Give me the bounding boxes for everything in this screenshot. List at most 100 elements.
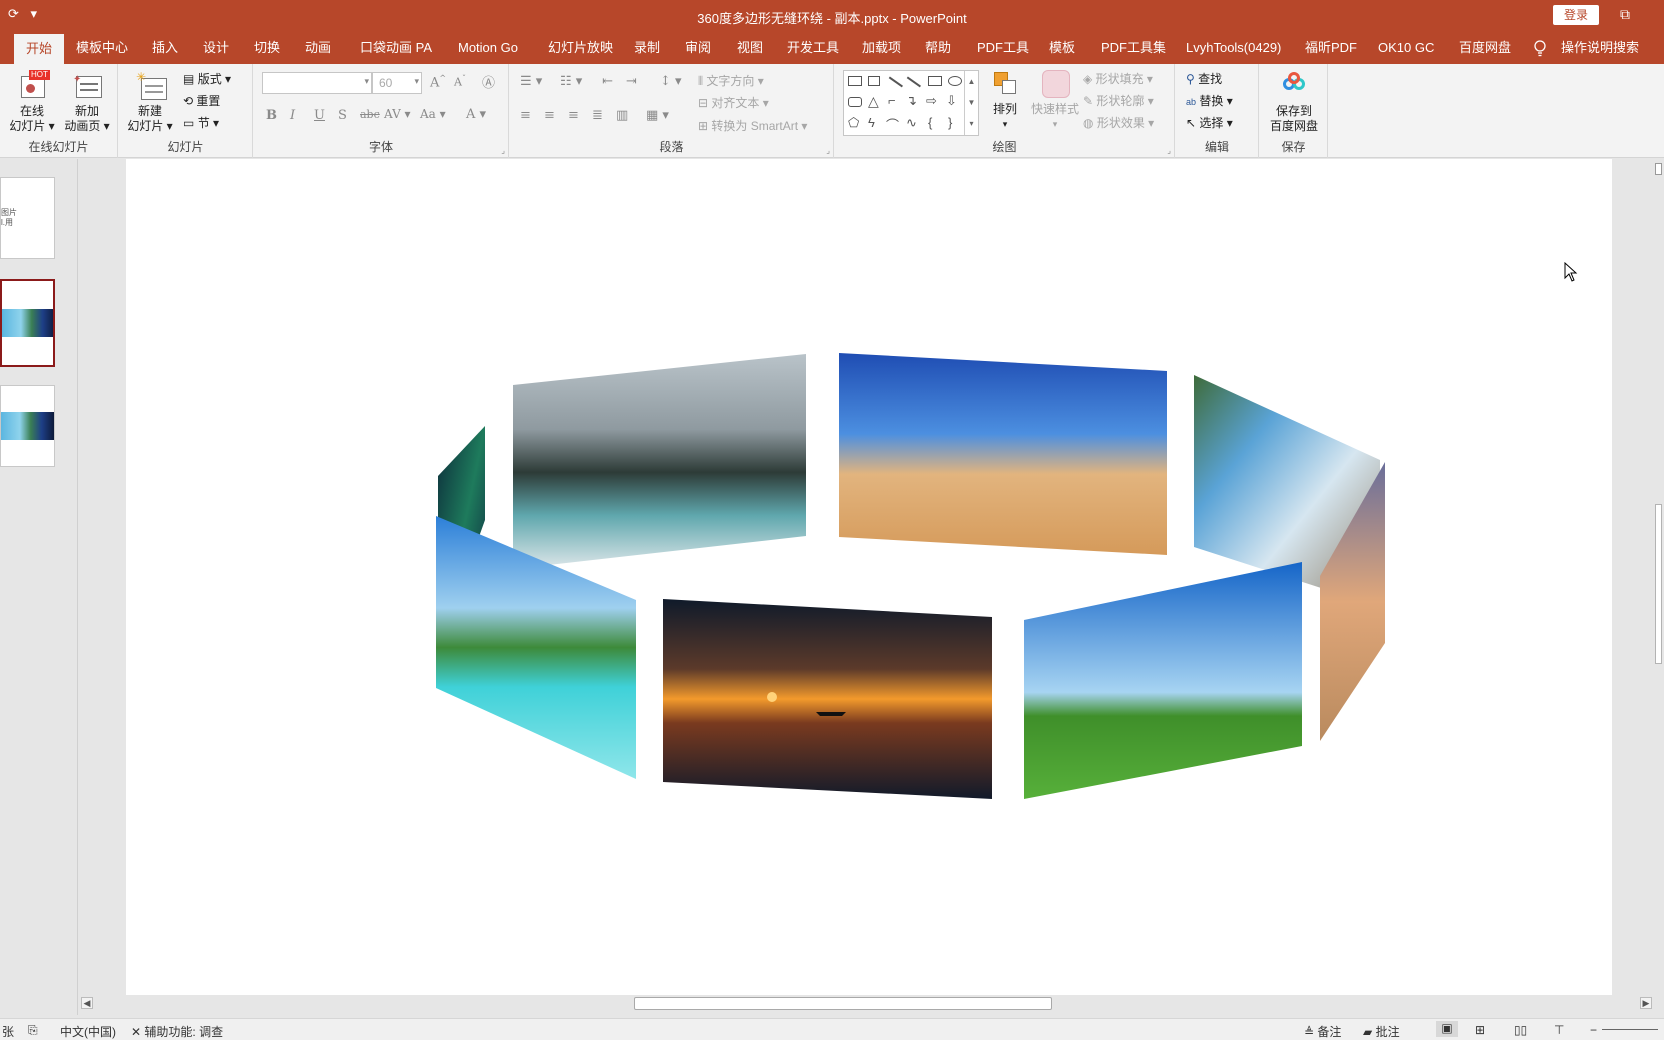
increase-font-icon[interactable]: A^: [430, 74, 446, 90]
elbow-arrow-icon[interactable]: ↴: [906, 93, 917, 109]
oval-shape-icon[interactable]: [948, 76, 962, 86]
underline-button[interactable]: U: [314, 108, 325, 123]
tab-review[interactable]: 审阅: [685, 32, 711, 64]
down-arrow-shape-icon[interactable]: ⇩: [946, 93, 957, 109]
tab-pocket-animation[interactable]: 口袋动画 PA: [360, 32, 432, 64]
bold-button[interactable]: B: [266, 108, 277, 123]
dialog-launcher-icon[interactable]: ⌟: [826, 146, 830, 155]
tab-insert[interactable]: 插入: [152, 32, 178, 64]
left-brace-shape-icon[interactable]: {: [928, 115, 932, 130]
font-color-button[interactable]: A ▾: [466, 107, 486, 122]
language-indicator[interactable]: 中文(中国): [60, 1023, 116, 1040]
arrow-line-shape-icon[interactable]: [907, 76, 921, 87]
tab-view[interactable]: 视图: [737, 32, 763, 64]
normal-view-icon[interactable]: ▣: [1436, 1021, 1458, 1037]
character-spacing-button[interactable]: AV ▾: [384, 107, 411, 121]
text-direction-button[interactable]: ⫴ 文字方向 ▾: [698, 72, 764, 89]
slide-number-indicator[interactable]: 张: [2, 1023, 14, 1040]
line-spacing-icon[interactable]: ↕ ▾: [660, 74, 682, 89]
tab-animations[interactable]: 动画: [305, 32, 331, 64]
tab-template-center[interactable]: 模板中心: [76, 32, 128, 64]
bullets-icon[interactable]: ☰ ▾: [520, 74, 542, 89]
zoom-out-icon[interactable]: −: [1590, 1023, 1597, 1037]
textbox-shape-icon[interactable]: [848, 76, 862, 86]
numbering-icon[interactable]: ☷ ▾: [560, 74, 582, 89]
photo-panel-sunset-boat[interactable]: [663, 599, 992, 799]
reading-view-icon[interactable]: ▯▯: [1514, 1023, 1527, 1037]
arc-shape-icon[interactable]: ⌒: [886, 115, 899, 134]
shapes-gallery-scroll[interactable]: ▲ ▼ ▾: [964, 71, 978, 135]
photo-panel-green-field[interactable]: [1024, 562, 1302, 799]
freeform-shape-icon[interactable]: ⬠: [848, 115, 859, 131]
tab-pdf-tools[interactable]: PDF工具: [977, 32, 1029, 64]
vertical-scroll-thumb[interactable]: [1655, 504, 1662, 664]
tab-addins[interactable]: 加载项: [862, 32, 901, 64]
notes-button[interactable]: ≜ 备注: [1304, 1023, 1341, 1040]
text-shadow-button[interactable]: S: [338, 108, 347, 123]
login-button[interactable]: 登录: [1553, 5, 1599, 25]
triangle-shape-icon[interactable]: △: [868, 93, 879, 110]
select-button[interactable]: ↖ 选择 ▾: [1186, 114, 1233, 131]
zoom-slider[interactable]: [1602, 1029, 1658, 1030]
italic-button[interactable]: I: [290, 108, 295, 123]
slide-thumbnail-2[interactable]: [0, 279, 55, 367]
elbow-connector-icon[interactable]: ⌐: [888, 93, 896, 108]
increase-indent-icon[interactable]: ⇥: [626, 74, 637, 89]
shape-effects-button[interactable]: ◍ 形状效果 ▾: [1083, 114, 1154, 131]
distributed-icon[interactable]: ▥: [616, 108, 628, 123]
font-name-combo[interactable]: ▾: [262, 72, 372, 94]
slideshow-view-icon[interactable]: ⊤: [1554, 1023, 1564, 1037]
line-shape-icon[interactable]: [889, 76, 903, 87]
justify-icon[interactable]: ≣: [592, 108, 603, 123]
clear-formatting-icon[interactable]: Ⓐ: [482, 72, 495, 91]
slide[interactable]: [126, 159, 1612, 995]
align-center-icon[interactable]: ≡: [544, 108, 555, 123]
find-button[interactable]: ⚲ 查找: [1186, 70, 1222, 87]
tab-foxit-pdf[interactable]: 福昕PDF: [1305, 32, 1357, 64]
tab-record[interactable]: 录制: [634, 32, 660, 64]
align-right-icon[interactable]: ≡: [568, 108, 579, 123]
tab-pdf-toolset[interactable]: PDF工具集: [1101, 32, 1166, 64]
align-left-icon[interactable]: ≡: [520, 108, 531, 123]
tab-ok10-gc[interactable]: OK10 GC: [1378, 32, 1434, 64]
tab-lvyhtools[interactable]: LvyhTools(0429): [1186, 32, 1281, 64]
scroll-up-button[interactable]: [1655, 163, 1662, 175]
rounded-rect-shape-icon[interactable]: [848, 97, 862, 107]
quick-styles-button[interactable]: 快速样式 ▾: [1027, 68, 1083, 132]
horizontal-scrollbar[interactable]: ◀ ▶: [79, 995, 1664, 1011]
tab-transitions[interactable]: 切换: [254, 32, 280, 64]
strikethrough-button[interactable]: abc: [360, 108, 380, 121]
slide-thumbnail-1[interactable]: 图片 l.用: [0, 177, 55, 259]
shapes-gallery[interactable]: △ ⌐ ↴ ⇨ ⇩ ⬠ ϟ ⌒ ∿ { } ▲ ▼ ▾: [843, 70, 979, 136]
photo-panel-desert[interactable]: [839, 353, 1167, 555]
right-brace-shape-icon[interactable]: }: [948, 115, 952, 130]
accessibility-button[interactable]: ✕ 辅助功能: 调查: [131, 1023, 223, 1040]
scroll-right-button[interactable]: ▶: [1640, 997, 1652, 1009]
lightning-shape-icon[interactable]: ϟ: [868, 115, 875, 130]
change-case-button[interactable]: Aa ▾: [420, 107, 446, 121]
new-animation-page-button[interactable]: ✦ 新加 动画页 ▾: [60, 70, 114, 134]
layout-button[interactable]: ▤ 版式 ▾: [183, 70, 231, 87]
decrease-font-icon[interactable]: Aˇ: [454, 74, 466, 89]
dialog-launcher-icon[interactable]: ⌟: [1167, 146, 1171, 155]
spelling-check-icon[interactable]: ⎘: [28, 1023, 38, 1038]
online-slides-button[interactable]: HOT 在线 幻灯片 ▾: [6, 70, 58, 134]
save-to-baidu-button[interactable]: 保存到 百度网盘: [1264, 70, 1324, 134]
slide-sorter-view-icon[interactable]: ⊞: [1475, 1023, 1485, 1037]
rectangle-shape-icon[interactable]: [928, 76, 942, 86]
arrange-button[interactable]: 排列 ▾: [985, 68, 1025, 132]
slide-thumbnail-pane[interactable]: 图片 l.用: [0, 159, 78, 1015]
tab-slideshow[interactable]: 幻灯片放映: [548, 32, 613, 64]
new-slide-button[interactable]: ✳ 新建 幻灯片 ▾: [125, 70, 175, 134]
right-arrow-shape-icon[interactable]: ⇨: [926, 93, 937, 109]
columns-icon[interactable]: ▦ ▾: [646, 108, 669, 123]
slide-thumbnail-3[interactable]: [0, 385, 55, 467]
align-text-button[interactable]: ⊟ 对齐文本 ▾: [698, 94, 769, 111]
tab-design[interactable]: 设计: [203, 32, 229, 64]
vertical-textbox-shape-icon[interactable]: [868, 76, 880, 86]
tab-developer[interactable]: 开发工具: [787, 32, 839, 64]
shape-outline-button[interactable]: ✎ 形状轮廓 ▾: [1083, 92, 1154, 109]
dialog-launcher-icon[interactable]: ⌟: [501, 146, 505, 155]
tab-help[interactable]: 帮助: [925, 32, 951, 64]
section-button[interactable]: ▭ 节 ▾: [183, 114, 219, 131]
